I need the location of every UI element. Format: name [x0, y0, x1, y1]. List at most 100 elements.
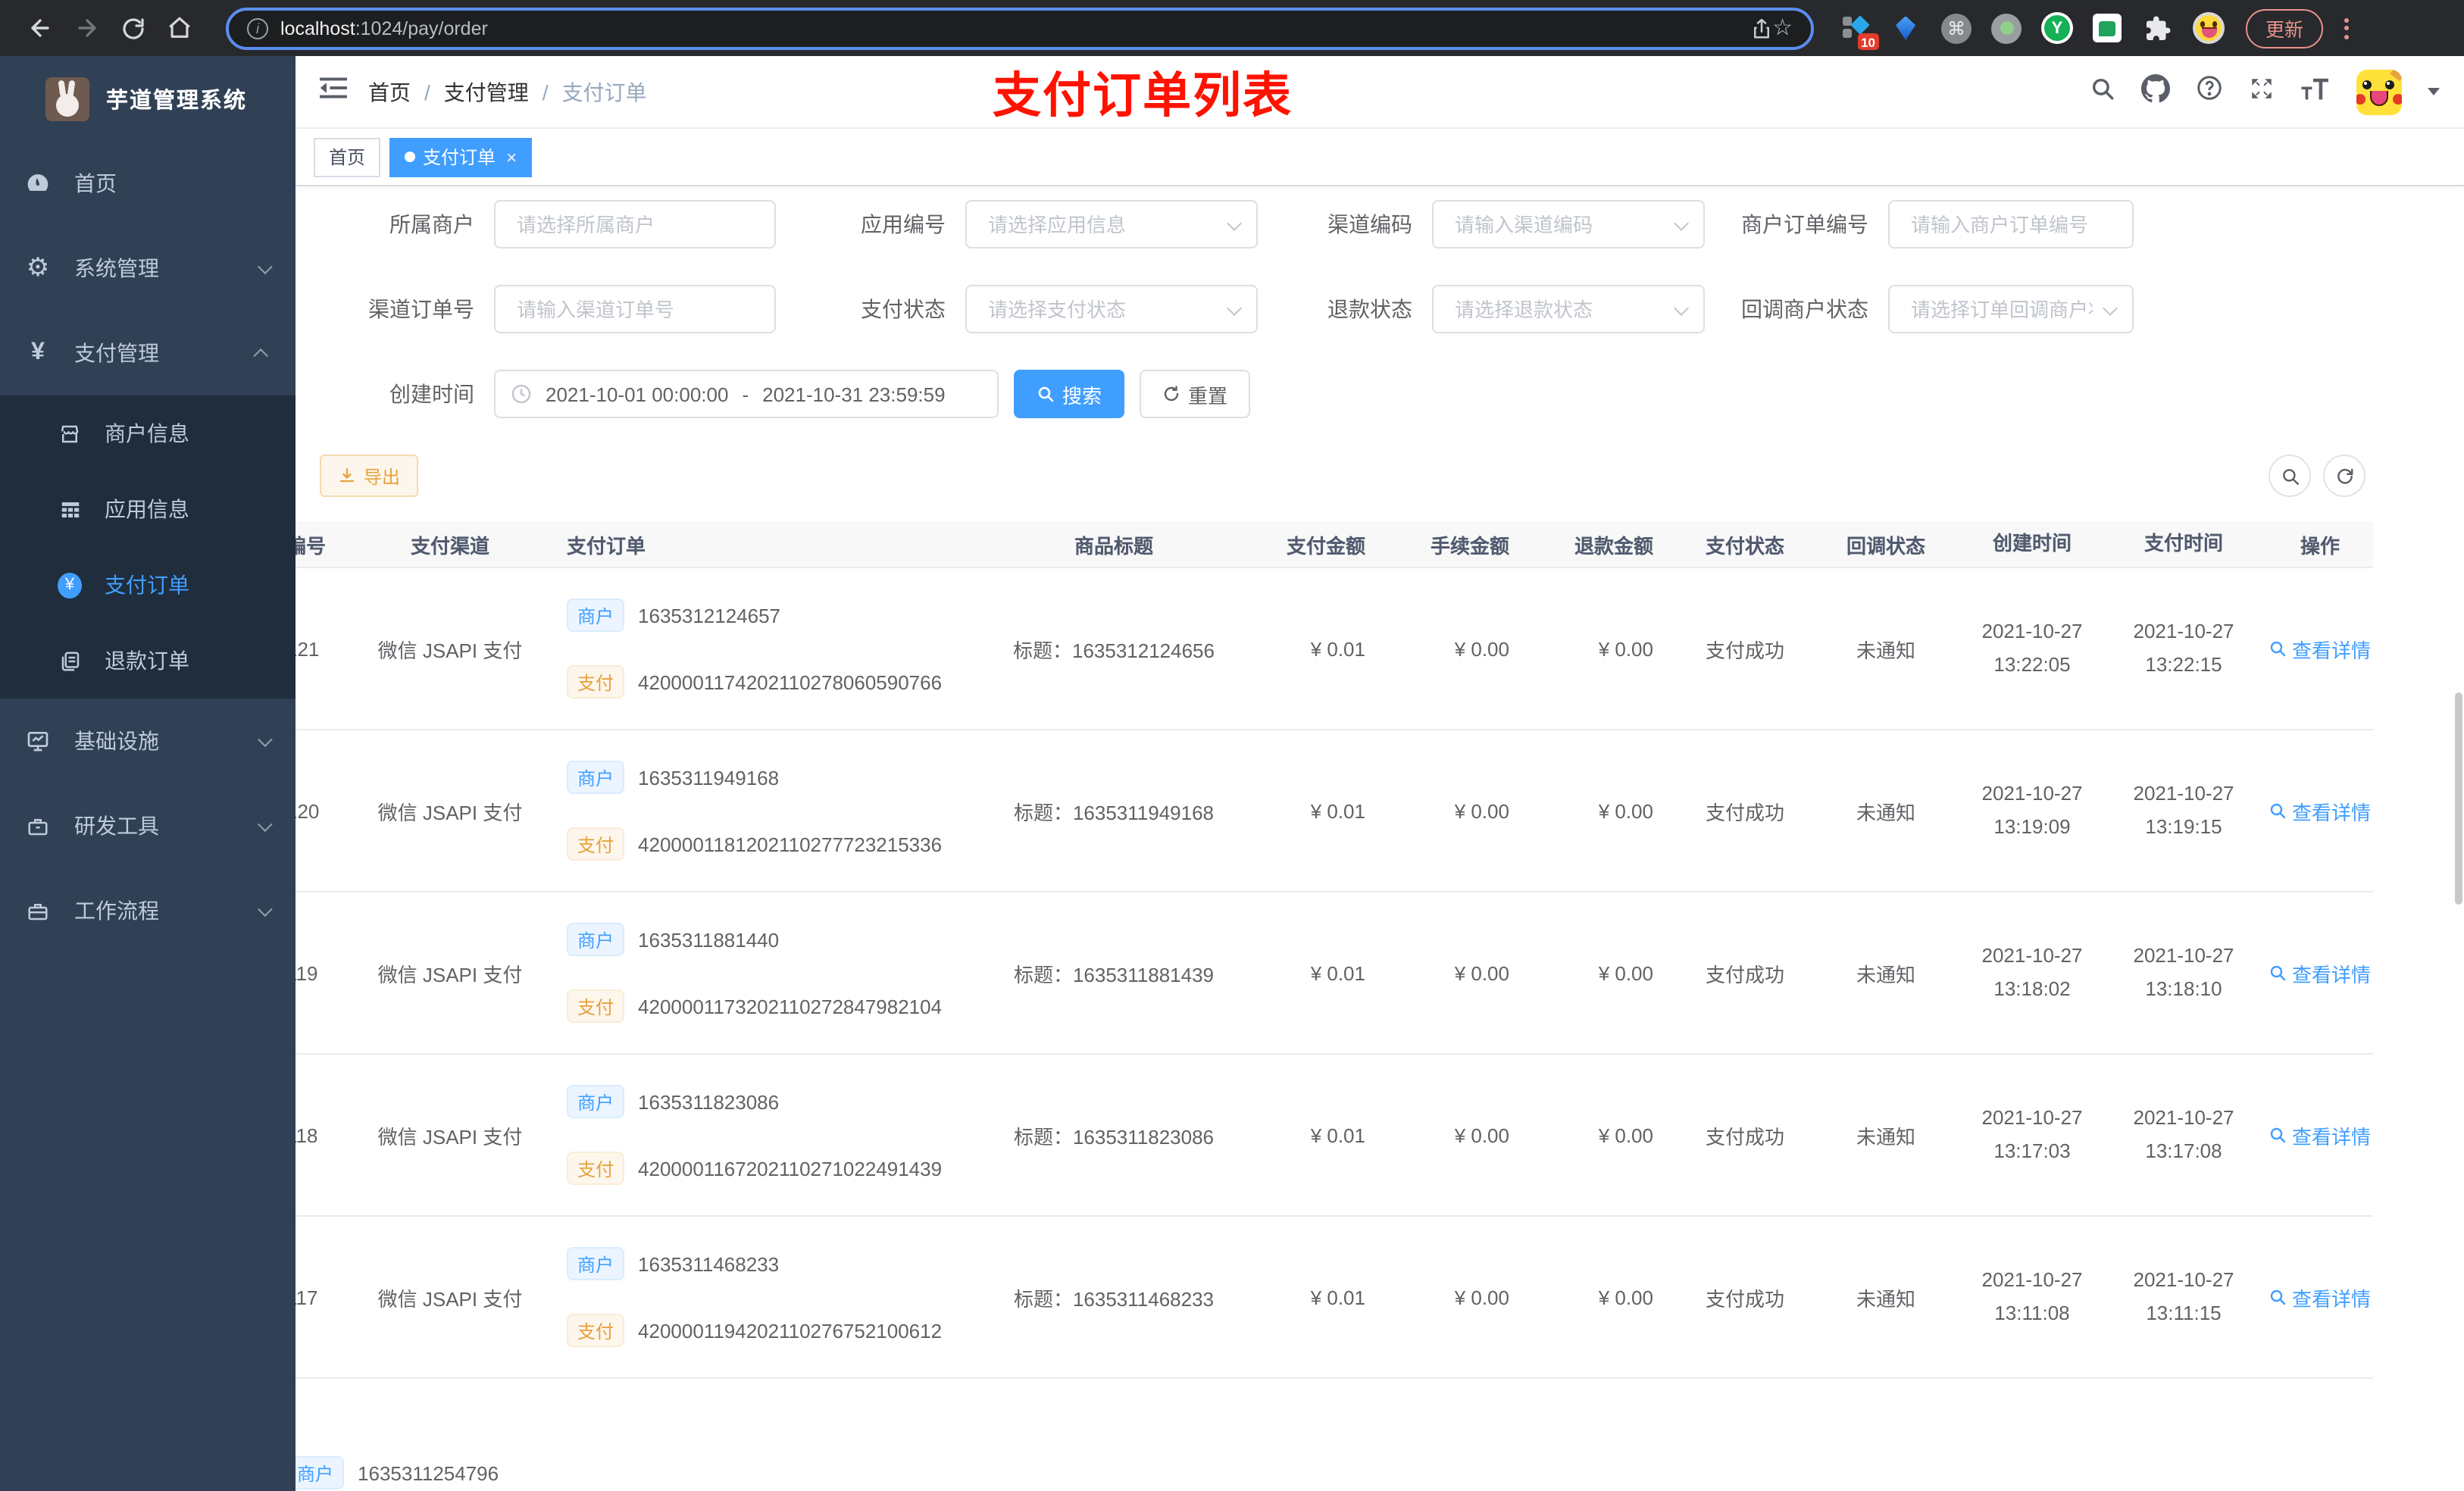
view-icon — [2271, 1289, 2287, 1305]
toggle-search-button[interactable] — [2269, 455, 2311, 497]
sidebar-item-home[interactable]: 首页 — [0, 141, 295, 226]
extension-command-icon[interactable] — [1941, 13, 1972, 43]
extension-chat-icon[interactable] — [2093, 14, 2122, 42]
site-info-icon[interactable] — [247, 17, 268, 39]
sidebar-item-label: 基础设施 — [74, 729, 159, 753]
pay-tag: 支付 — [567, 827, 625, 861]
merchant-tag: 商户 — [567, 761, 625, 794]
callback-status-select[interactable] — [1888, 285, 2134, 333]
sidebar-item-devtools[interactable]: 研发工具 — [0, 783, 295, 868]
breadcrumb-home[interactable]: 首页 — [368, 77, 411, 107]
channel-order-no-input[interactable] — [494, 285, 776, 333]
view-details-link[interactable]: 查看详情 — [2269, 958, 2371, 987]
home-icon[interactable] — [167, 15, 192, 41]
sidebar-item-label: 支付管理 — [74, 341, 159, 365]
view-details-link[interactable]: 查看详情 — [2269, 634, 2371, 663]
callback-status: 未通知 — [1856, 1125, 1915, 1148]
bookmark-star-icon[interactable] — [1772, 14, 1793, 42]
callback-status: 未通知 — [1856, 639, 1915, 661]
fullscreen-icon[interactable] — [2249, 75, 2275, 108]
search-button[interactable]: 搜索 — [1014, 370, 1125, 418]
pay-channel: 微信 JSAPI 支付 — [377, 963, 523, 986]
sidebar-item-pay-order[interactable]: 支付订单 — [0, 547, 295, 623]
url-host: localhost — [280, 17, 355, 39]
refund-status-select[interactable] — [1432, 285, 1705, 333]
extensions-row: 10 Y — [1838, 12, 2225, 50]
sidebar-fold-icon[interactable] — [320, 76, 347, 108]
briefcase-icon — [26, 899, 50, 922]
github-icon[interactable] — [2141, 73, 2170, 110]
refund-amount: ¥ 0.00 — [1598, 1124, 1653, 1146]
chevron-down-icon — [257, 731, 273, 747]
breadcrumb-pay[interactable]: 支付管理 — [444, 77, 529, 107]
pay-amount: ¥ 0.01 — [1310, 799, 1365, 822]
back-icon[interactable] — [27, 15, 53, 41]
product-title: 标题：1635311823086 — [1013, 1125, 1215, 1148]
sidebar-item-pay[interactable]: 支付管理 — [0, 311, 295, 395]
pay-tag: 支付 — [567, 1152, 625, 1185]
filter-refund-status: 退款状态 — [1258, 285, 1705, 333]
user-avatar[interactable] — [2356, 69, 2402, 114]
fee-amount: ¥ 0.00 — [1454, 1124, 1509, 1146]
sidebar-item-refund-order[interactable]: 退款订单 — [0, 623, 295, 699]
app-select-input[interactable] — [965, 200, 1258, 248]
tab-close-icon[interactable]: × — [506, 146, 517, 167]
view-icon — [2271, 803, 2287, 819]
order-id: 120 — [295, 799, 320, 822]
profile-avatar-icon[interactable] — [2193, 12, 2225, 44]
callback-status: 未通知 — [1856, 1287, 1915, 1310]
pay-status-select[interactable] — [965, 285, 1258, 333]
dashboard-icon — [26, 171, 50, 195]
sidebar-item-system[interactable]: 系统管理 — [0, 226, 295, 311]
view-details-link[interactable]: 查看详情 — [2269, 1283, 2371, 1311]
tab-home[interactable]: 首页 — [314, 137, 381, 177]
extension-aqua-icon[interactable]: 10 — [1838, 12, 1879, 50]
search-icon[interactable] — [2090, 75, 2115, 108]
browser-toolbar: localhost :1024/pay/order 10 Y 更新 — [0, 0, 2464, 56]
forward-icon[interactable] — [74, 15, 100, 41]
product-title: 标题：1635311881439 — [1013, 963, 1215, 986]
view-details-link[interactable]: 查看详情 — [2269, 796, 2371, 825]
fee-amount: ¥ 0.00 — [1454, 1286, 1509, 1308]
filter-row-1: 所属商户 应用编号 渠道编码 商户订单编号 — [295, 200, 2464, 248]
sidebar-item-app-info[interactable]: 应用信息 — [0, 471, 295, 547]
help-icon[interactable] — [2196, 74, 2223, 109]
extension-kite-icon[interactable] — [1890, 12, 1921, 44]
merchant-order-no: 1635311254796 — [358, 1461, 499, 1484]
reset-button[interactable]: 重置 — [1140, 370, 1251, 418]
share-icon[interactable] — [1750, 16, 1772, 40]
sidebar-item-infra[interactable]: 基础设施 — [0, 699, 295, 783]
merchant-order-no-input[interactable] — [1888, 200, 2134, 248]
filter-merchant-order-no: 商户订单编号 — [1705, 200, 2134, 248]
pay-time-cell: 2021-10-27 13:11:15 — [2133, 1268, 2234, 1324]
url-bar[interactable]: localhost :1024/pay/order — [226, 7, 1814, 49]
table-header: 编号 支付渠道 支付订单 商品标题 支付金额 手续金额 退款金额 支付状态 回调… — [295, 521, 2373, 568]
date-range-picker[interactable]: 2021-10-01 00:00:00 - 2021-10-31 23:59:5… — [494, 370, 999, 418]
export-button[interactable]: 导出 — [320, 455, 419, 497]
sidebar-item-workflow[interactable]: 工作流程 — [0, 868, 295, 953]
channel-code-input[interactable] — [1432, 200, 1705, 248]
chrome-update-button[interactable]: 更新 — [2246, 8, 2324, 48]
pay-order-icon — [58, 572, 82, 598]
pay-time-cell: 2021-10-27 13:19:15 — [2133, 782, 2234, 838]
sidebar-item-merchant-info[interactable]: 商户信息 — [0, 395, 295, 471]
view-details-link[interactable]: 查看详情 — [2269, 1121, 2371, 1149]
avatar-caret-icon[interactable] — [2428, 88, 2440, 95]
extensions-puzzle-icon[interactable] — [2141, 12, 2173, 44]
merchant-tag: 商户 — [567, 1085, 625, 1118]
tab-pay-order[interactable]: 支付订单 × — [389, 137, 533, 177]
reload-icon[interactable] — [121, 16, 145, 40]
sidebar-item-label: 退款订单 — [105, 649, 189, 673]
refresh-button[interactable] — [2323, 455, 2366, 497]
active-dot-icon — [405, 152, 416, 162]
extension-y-icon[interactable]: Y — [2041, 12, 2073, 44]
chrome-menu-icon[interactable] — [2338, 11, 2355, 45]
fee-amount: ¥ 0.00 — [1454, 637, 1509, 660]
content-scrollbar[interactable] — [2455, 692, 2462, 905]
merchant-select-input[interactable] — [494, 200, 776, 248]
callback-status: 未通知 — [1856, 801, 1915, 824]
orders-table: 编号 支付渠道 支付订单 商品标题 支付金额 手续金额 退款金额 支付状态 回调… — [295, 521, 2464, 1491]
date-separator: - — [742, 383, 749, 405]
extension-record-icon[interactable] — [1991, 13, 2022, 43]
font-size-icon[interactable] — [2300, 76, 2331, 108]
